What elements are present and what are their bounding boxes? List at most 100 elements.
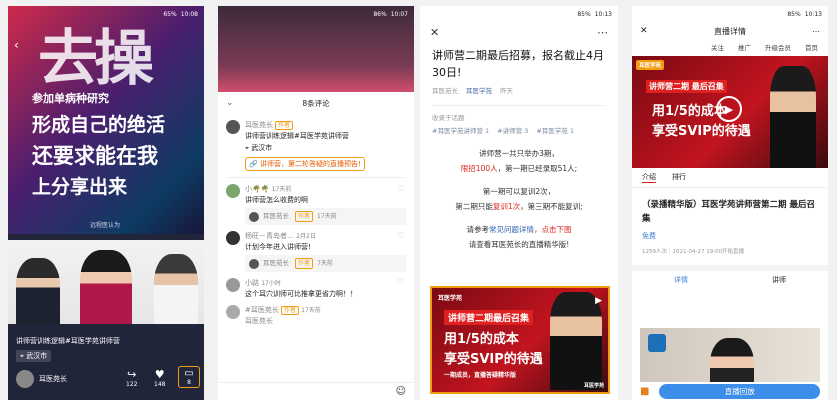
comment-author[interactable]: #耳医苑长 bbox=[245, 306, 279, 314]
screen-1-video: 65% 10:08 ‹ 去操 参加单病种研究 形成自己的绝活 还要求能在我 上分… bbox=[8, 6, 204, 400]
video-big-text: 去操 bbox=[38, 24, 154, 94]
heart-icon[interactable]: ♡ bbox=[397, 231, 404, 240]
play-icon[interactable]: ▶ bbox=[595, 296, 602, 306]
location-pin-icon: ⌖ bbox=[245, 144, 249, 152]
heart-icon[interactable]: ♡ bbox=[397, 184, 404, 193]
price: 免费 bbox=[642, 231, 656, 240]
body-line: 讲师营一共只举办3期， bbox=[479, 149, 559, 159]
comments-title: 8条评论 bbox=[302, 98, 330, 108]
topic-tag[interactable]: #耳医学苑讲师营 1 bbox=[432, 125, 489, 135]
avatar[interactable] bbox=[226, 278, 240, 292]
back-icon[interactable]: ‹ bbox=[14, 38, 19, 52]
replay-button[interactable]: 直播回放 bbox=[659, 383, 820, 399]
location-tag[interactable]: ⌖ 武汉市 bbox=[16, 350, 52, 362]
comment-button[interactable]: ▭ 8 bbox=[178, 366, 200, 388]
avatar[interactable] bbox=[226, 305, 240, 319]
nav-promote[interactable]: 推广 bbox=[738, 42, 751, 52]
logo-icon bbox=[648, 334, 666, 352]
poster-line-1: 讲师营二期最后召集 bbox=[444, 310, 534, 325]
status-bar: 85% 10:13 bbox=[420, 6, 618, 22]
account-link[interactable]: 耳医学苑 bbox=[466, 85, 492, 95]
location-pin-icon: ⌖ bbox=[20, 352, 24, 360]
comment-text: 讲师营怎么收费的啊 bbox=[245, 195, 308, 204]
share-count: 122 bbox=[126, 381, 138, 388]
author-badge: 作者 bbox=[275, 121, 294, 130]
comment-time: 2月2日 bbox=[296, 233, 316, 240]
live-link-text: 讲师营，第二轮答疑的直播预告! bbox=[259, 159, 361, 168]
poster-line-3: 享受SVIP的待遇 bbox=[444, 352, 543, 367]
reply-item[interactable]: 耳医苑长 作者 17天前 bbox=[245, 208, 406, 225]
avatar[interactable] bbox=[226, 184, 240, 198]
poster-line-4: 一期成员，直播答疑精华版 bbox=[444, 372, 517, 379]
comment-time: 17天前 bbox=[301, 307, 321, 314]
body-line: 请参考常见问题详情，点击下图 bbox=[466, 225, 572, 235]
live-poster[interactable]: 耳医学苑 讲师营二期 最后召集 用1/5的成本 享受SVIP的待遇 ▶ bbox=[632, 56, 828, 168]
live-link[interactable]: 🔗 讲师营，第二轮答疑的直播预告! bbox=[245, 156, 365, 171]
comment-item: 小🌴🌴 17天前 讲师营怎么收费的啊 耳医苑长 作者 17天前 ♡ bbox=[218, 178, 414, 225]
comment-author[interactable]: 小🌴🌴 bbox=[245, 185, 269, 193]
tab-intro[interactable]: 介绍 bbox=[642, 172, 656, 183]
share-button[interactable]: ↪ 122 bbox=[126, 368, 137, 388]
clock: 10:13 bbox=[594, 10, 612, 18]
presenter-photo bbox=[550, 292, 602, 390]
heart-icon[interactable]: ♡ bbox=[397, 278, 404, 287]
clock: 10:08 bbox=[180, 10, 198, 18]
more-icon[interactable]: ⋯ bbox=[812, 27, 820, 36]
link-icon: 🔗 bbox=[249, 159, 258, 168]
video-line-1: 参加单病种研究 bbox=[32, 92, 109, 105]
author-badge: 作者 bbox=[295, 211, 314, 222]
article-body: 讲师营一共只举办3期， 限招100人，第一期已经录取51人; 第一期可以复训2次… bbox=[420, 146, 618, 252]
screen-3-article: 85% 10:13 ✕ ⋯ 讲师营二期最后招募，报名截止4月30日! 耳医苑长 … bbox=[420, 6, 618, 400]
clock: 10:07 bbox=[390, 10, 408, 18]
avatar[interactable] bbox=[226, 120, 240, 134]
poster-brand: 耳医学苑 bbox=[438, 295, 463, 302]
like-count: 148 bbox=[154, 381, 166, 388]
comment-count: 8 bbox=[187, 379, 191, 386]
nav-home[interactable]: 首页 bbox=[805, 42, 818, 52]
reply-author: 耳医苑长 bbox=[263, 258, 289, 267]
author-name[interactable]: 耳医苑长 bbox=[39, 374, 67, 384]
status-bar: 85% 10:13 bbox=[632, 6, 828, 22]
comment-text: 计划今年进入讲师营! bbox=[245, 242, 311, 251]
comment-author[interactable]: 耳医苑长 bbox=[245, 121, 273, 129]
comment-author[interactable]: 小路 bbox=[245, 279, 259, 287]
emoji-icon[interactable]: ☺ bbox=[396, 386, 406, 397]
poster-signature: 耳医学苑 bbox=[583, 383, 604, 389]
divider bbox=[432, 105, 606, 107]
collapse-icon[interactable]: ⌄ bbox=[226, 98, 234, 108]
author-badge: 作者 bbox=[280, 306, 299, 315]
comment-item: 小路 17小时 这个耳穴训师可比推拿更省力啊！！ ♡ bbox=[218, 272, 414, 299]
video-poster[interactable]: 耳医学苑 讲师营二期最后召集 用1/5的成本 享受SVIP的待遇 一期成员，直播… bbox=[430, 286, 610, 394]
close-icon[interactable]: ✕ bbox=[640, 26, 648, 36]
tab-lecturer[interactable]: 讲师 bbox=[772, 275, 786, 285]
more-icon[interactable]: ⋯ bbox=[597, 26, 608, 39]
battery-level: 85% bbox=[787, 10, 801, 18]
comment-text: 耳医苑长 bbox=[245, 316, 273, 325]
live-stats: 1259人次｜2021-04-27 19:00开始直播 bbox=[642, 248, 745, 255]
comment-author[interactable]: 杨旺－青岛者… bbox=[245, 232, 294, 240]
nav-upgrade[interactable]: 升级会员 bbox=[765, 42, 791, 52]
avatar[interactable] bbox=[16, 370, 34, 388]
bottom-bar: ■ 直播回放 bbox=[632, 382, 828, 400]
article-time: 昨天 bbox=[500, 87, 513, 96]
topic-tag[interactable]: #讲师营 3 bbox=[497, 125, 528, 135]
author-row[interactable]: 耳医苑长 bbox=[16, 370, 67, 388]
avatar bbox=[249, 211, 259, 222]
comment-input-bar[interactable]: ☺ bbox=[218, 382, 414, 400]
gift-icon[interactable]: ■ bbox=[640, 386, 649, 397]
poster-line-1: 讲师营二期 最后召集 bbox=[646, 80, 727, 93]
topic-tag[interactable]: #耳医学苑 1 bbox=[536, 125, 574, 135]
reply-item[interactable]: 耳医苑长 作者 7天前 bbox=[245, 255, 406, 272]
avatar[interactable] bbox=[226, 231, 240, 245]
tab-ranking[interactable]: 排行 bbox=[672, 172, 686, 183]
play-icon[interactable]: ▶ bbox=[716, 96, 742, 122]
like-button[interactable]: ♥ 148 bbox=[154, 368, 165, 388]
topic-list: #耳医学苑讲师营 1 #讲师营 3 #耳医学苑 1 bbox=[420, 122, 618, 138]
collection-label: 收录于话题 bbox=[432, 114, 465, 123]
comment-item: 耳医苑长 作者 讲师营训练逻辑#耳医学苑讲师营 ⌖ 武汉市 🔗 讲师营，第二轮答疑… bbox=[218, 114, 414, 171]
screen-4-live-detail: 85% 10:13 ✕ 直播详情 ⋯ 关注 推广 升级会员 首页 耳医学苑 讲师… bbox=[632, 6, 828, 400]
nav-follow[interactable]: 关注 bbox=[711, 42, 724, 52]
tab-details[interactable]: 详情 bbox=[674, 275, 688, 285]
close-icon[interactable]: ✕ bbox=[430, 26, 439, 39]
top-nav: 关注 推广 升级会员 首页 bbox=[632, 40, 828, 54]
